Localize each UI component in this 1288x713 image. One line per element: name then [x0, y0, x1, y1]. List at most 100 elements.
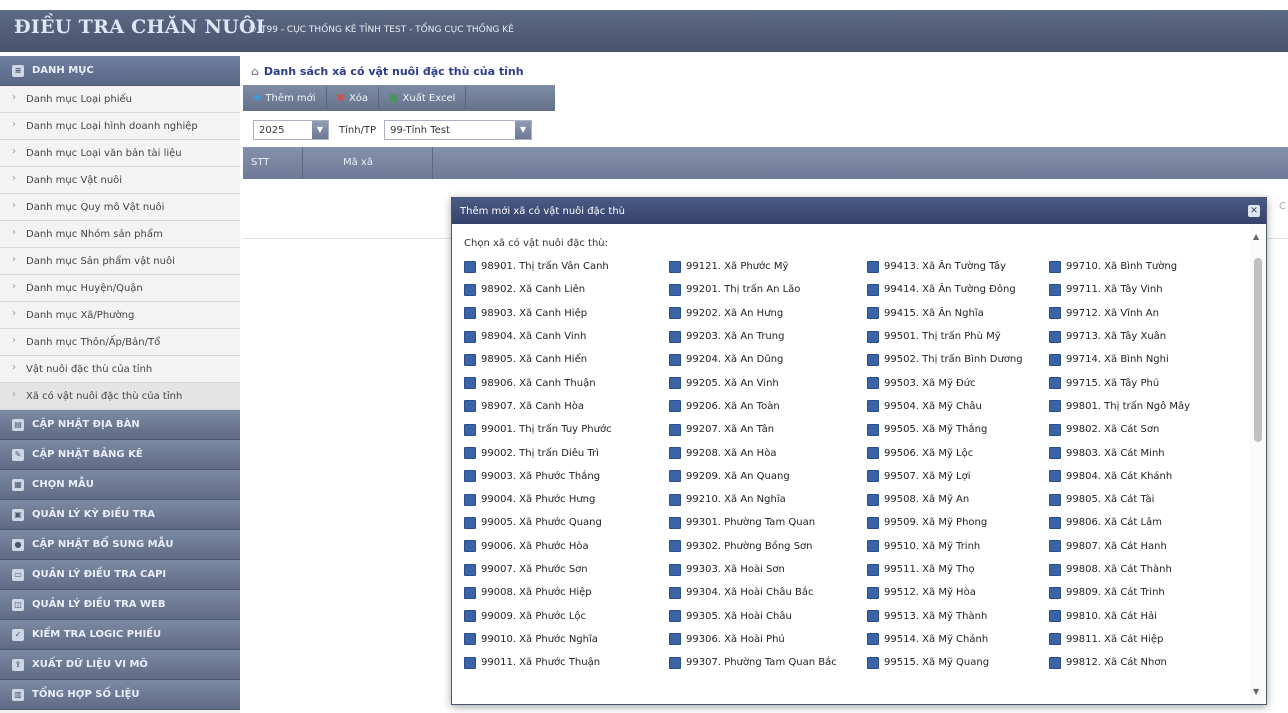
dialog-scrollbar[interactable]: ▲ ▼	[1250, 224, 1265, 704]
commune-checkbox-option[interactable]: 99001. Thị trấn Tuy Phước	[464, 418, 669, 441]
checkbox[interactable]	[1049, 307, 1061, 320]
commune-checkbox-option[interactable]: 99713. Xã Tây Xuân	[1049, 325, 1239, 348]
commune-checkbox-option[interactable]: 98901. Thị trấn Vân Canh	[464, 255, 669, 278]
commune-checkbox-option[interactable]: 99414. Xã Ân Tường Đông	[867, 278, 1049, 301]
sidebar-group-1[interactable]: ≡ DANH MỤC	[0, 56, 240, 86]
checkbox[interactable]	[669, 423, 681, 436]
checkbox[interactable]	[867, 586, 879, 599]
commune-checkbox-option[interactable]: 99305. Xã Hoài Châu	[669, 604, 867, 627]
checkbox[interactable]	[867, 353, 879, 366]
checkbox[interactable]	[867, 307, 879, 320]
checkbox[interactable]	[464, 447, 476, 460]
commune-checkbox-option[interactable]: 99809. Xã Cát Trinh	[1049, 581, 1239, 604]
checkbox[interactable]	[669, 633, 681, 646]
checkbox[interactable]	[669, 493, 681, 506]
commune-checkbox-option[interactable]: 99712. Xã Vĩnh An	[1049, 302, 1239, 325]
checkbox[interactable]	[464, 493, 476, 506]
checkbox[interactable]	[464, 400, 476, 413]
checkbox[interactable]	[1049, 516, 1061, 529]
commune-checkbox-option[interactable]: 99807. Xã Cát Hanh	[1049, 535, 1239, 558]
sidebar-group-4[interactable]: ▦ CHỌN MẪU	[0, 470, 240, 500]
checkbox[interactable]	[1049, 260, 1061, 273]
commune-checkbox-option[interactable]: 99205. Xã An Vinh	[669, 371, 867, 394]
checkbox[interactable]	[669, 400, 681, 413]
checkbox[interactable]	[464, 377, 476, 390]
commune-checkbox-option[interactable]: 99307. Phường Tam Quan Bắc	[669, 651, 867, 674]
checkbox[interactable]	[867, 633, 879, 646]
commune-checkbox-option[interactable]: 99007. Xã Phước Sơn	[464, 558, 669, 581]
checkbox[interactable]	[867, 400, 879, 413]
commune-checkbox-option[interactable]: 99302. Phường Bồng Sơn	[669, 535, 867, 558]
sidebar-item[interactable]: Danh mục Thôn/Ấp/Bản/Tổ	[0, 329, 240, 356]
checkbox[interactable]	[867, 516, 879, 529]
checkbox[interactable]	[1049, 493, 1061, 506]
checkbox[interactable]	[867, 493, 879, 506]
commune-checkbox-option[interactable]: 98907. Xã Canh Hòa	[464, 395, 669, 418]
sidebar-group-10[interactable]: ⇪ XUẤT DỮ LIỆU VI MÔ	[0, 650, 240, 680]
commune-checkbox-option[interactable]: 99501. Thị trấn Phù Mỹ	[867, 325, 1049, 348]
sidebar-group-9[interactable]: ✓ KIỂM TRA LOGIC PHIẾU	[0, 620, 240, 650]
checkbox[interactable]	[464, 470, 476, 483]
commune-checkbox-option[interactable]: 98903. Xã Canh Hiệp	[464, 302, 669, 325]
commune-checkbox-option[interactable]: 99304. Xã Hoài Châu Bắc	[669, 581, 867, 604]
commune-checkbox-option[interactable]: 99005. Xã Phước Quang	[464, 511, 669, 534]
checkbox[interactable]	[1049, 656, 1061, 669]
commune-checkbox-option[interactable]: 99502. Thị trấn Bình Dương	[867, 348, 1049, 371]
checkbox[interactable]	[867, 330, 879, 343]
commune-checkbox-option[interactable]: 99504. Xã Mỹ Châu	[867, 395, 1049, 418]
sidebar-item[interactable]: Danh mục Xã/Phường	[0, 302, 240, 329]
checkbox[interactable]	[464, 633, 476, 646]
sidebar-item[interactable]: Xã có vật nuôi đặc thù của tỉnh	[0, 383, 240, 410]
commune-checkbox-option[interactable]: 99506. Xã Mỹ Lộc	[867, 441, 1049, 464]
checkbox[interactable]	[669, 516, 681, 529]
delete-button[interactable]: ✖ Xóa	[327, 87, 380, 109]
commune-checkbox-option[interactable]: 99002. Thị trấn Diêu Trì	[464, 441, 669, 464]
commune-checkbox-option[interactable]: 99512. Xã Mỹ Hòa	[867, 581, 1049, 604]
commune-checkbox-option[interactable]: 98906. Xã Canh Thuận	[464, 371, 669, 394]
checkbox[interactable]	[1049, 586, 1061, 599]
commune-checkbox-option[interactable]: 99206. Xã An Toàn	[669, 395, 867, 418]
checkbox[interactable]	[464, 260, 476, 273]
commune-checkbox-option[interactable]: 99306. Xã Hoài Phú	[669, 628, 867, 651]
checkbox[interactable]	[1049, 283, 1061, 296]
checkbox[interactable]	[464, 423, 476, 436]
checkbox[interactable]	[464, 540, 476, 553]
commune-checkbox-option[interactable]: 99507. Xã Mỹ Lợi	[867, 465, 1049, 488]
commune-checkbox-option[interactable]: 99121. Xã Phước Mỹ	[669, 255, 867, 278]
sidebar-item[interactable]: Danh mục Sản phẩm vật nuôi	[0, 248, 240, 275]
checkbox[interactable]	[669, 563, 681, 576]
checkbox[interactable]	[1049, 610, 1061, 623]
commune-checkbox-option[interactable]: 99810. Xã Cát Hải	[1049, 604, 1239, 627]
commune-checkbox-option[interactable]: 99415. Xã Ân Nghĩa	[867, 302, 1049, 325]
checkbox[interactable]	[1049, 400, 1061, 413]
commune-checkbox-option[interactable]: 99801. Thị trấn Ngô Mây	[1049, 395, 1239, 418]
checkbox[interactable]	[1049, 353, 1061, 366]
commune-checkbox-option[interactable]: 99514. Xã Mỹ Chánh	[867, 628, 1049, 651]
scrollbar-thumb[interactable]	[1254, 258, 1262, 442]
commune-checkbox-option[interactable]: 99515. Xã Mỹ Quang	[867, 651, 1049, 674]
checkbox[interactable]	[1049, 330, 1061, 343]
checkbox[interactable]	[867, 447, 879, 460]
column-header-ma-xa[interactable]: Mã xã	[303, 147, 433, 179]
checkbox[interactable]	[1049, 377, 1061, 390]
commune-checkbox-option[interactable]: 99011. Xã Phước Thuận	[464, 651, 669, 674]
sidebar-group-8[interactable]: ◫ QUẢN LÝ ĐIỀU TRA WEB	[0, 590, 240, 620]
checkbox[interactable]	[464, 283, 476, 296]
checkbox[interactable]	[867, 540, 879, 553]
commune-checkbox-option[interactable]: 99803. Xã Cát Minh	[1049, 441, 1239, 464]
commune-checkbox-option[interactable]: 99511. Xã Mỹ Thọ	[867, 558, 1049, 581]
commune-checkbox-option[interactable]: 99508. Xã Mỹ An	[867, 488, 1049, 511]
commune-checkbox-option[interactable]: 99811. Xã Cát Hiệp	[1049, 628, 1239, 651]
commune-checkbox-option[interactable]: 99806. Xã Cát Lâm	[1049, 511, 1239, 534]
commune-checkbox-option[interactable]: 99715. Xã Tây Phú	[1049, 371, 1239, 394]
checkbox[interactable]	[464, 353, 476, 366]
checkbox[interactable]	[669, 447, 681, 460]
checkbox[interactable]	[669, 307, 681, 320]
checkbox[interactable]	[867, 470, 879, 483]
commune-checkbox-option[interactable]: 98904. Xã Canh Vinh	[464, 325, 669, 348]
checkbox[interactable]	[1049, 540, 1061, 553]
sidebar-item[interactable]: Danh mục Huyện/Quận	[0, 275, 240, 302]
commune-checkbox-option[interactable]: 99208. Xã An Hòa	[669, 441, 867, 464]
commune-checkbox-option[interactable]: 99010. Xã Phước Nghĩa	[464, 628, 669, 651]
commune-checkbox-option[interactable]: 99505. Xã Mỹ Thắng	[867, 418, 1049, 441]
